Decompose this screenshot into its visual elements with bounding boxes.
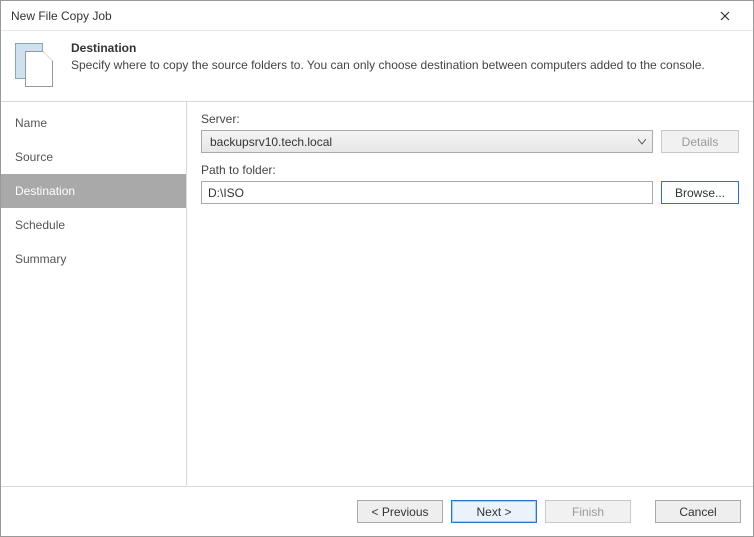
step-destination[interactable]: Destination xyxy=(1,174,186,208)
header-description: Specify where to copy the source folders… xyxy=(71,58,705,72)
finish-button: Finish xyxy=(545,500,631,523)
path-label: Path to folder: xyxy=(201,163,739,177)
details-button: Details xyxy=(661,130,739,153)
step-schedule[interactable]: Schedule xyxy=(1,208,186,242)
titlebar: New File Copy Job xyxy=(1,1,753,31)
wizard-footer: < Previous Next > Finish Cancel xyxy=(1,486,753,536)
file-copy-icon xyxy=(13,43,57,87)
path-input[interactable] xyxy=(201,181,653,204)
server-dropdown[interactable]: backupsrv10.tech.local xyxy=(201,130,653,153)
chevron-down-icon xyxy=(632,131,652,152)
step-name[interactable]: Name xyxy=(1,106,186,140)
previous-button[interactable]: < Previous xyxy=(357,500,443,523)
close-button[interactable] xyxy=(705,2,745,30)
cancel-button[interactable]: Cancel xyxy=(655,500,741,523)
next-button[interactable]: Next > xyxy=(451,500,537,523)
header-title: Destination xyxy=(71,41,705,55)
close-icon xyxy=(720,11,730,21)
server-row: Server: backupsrv10.tech.local Details xyxy=(201,112,739,153)
step-summary[interactable]: Summary xyxy=(1,242,186,276)
wizard-steps: Name Source Destination Schedule Summary xyxy=(1,102,187,486)
wizard-content: Server: backupsrv10.tech.local Details P… xyxy=(187,102,753,486)
wizard-header: Destination Specify where to copy the so… xyxy=(1,31,753,101)
header-text: Destination Specify where to copy the so… xyxy=(71,41,705,72)
server-dropdown-value: backupsrv10.tech.local xyxy=(210,135,332,149)
browse-button[interactable]: Browse... xyxy=(661,181,739,204)
path-row: Path to folder: Browse... xyxy=(201,163,739,204)
server-label: Server: xyxy=(201,112,739,126)
wizard-body: Name Source Destination Schedule Summary… xyxy=(1,101,753,486)
window-title: New File Copy Job xyxy=(11,9,705,23)
dialog-window: New File Copy Job Destination Specify wh… xyxy=(0,0,754,537)
step-source[interactable]: Source xyxy=(1,140,186,174)
